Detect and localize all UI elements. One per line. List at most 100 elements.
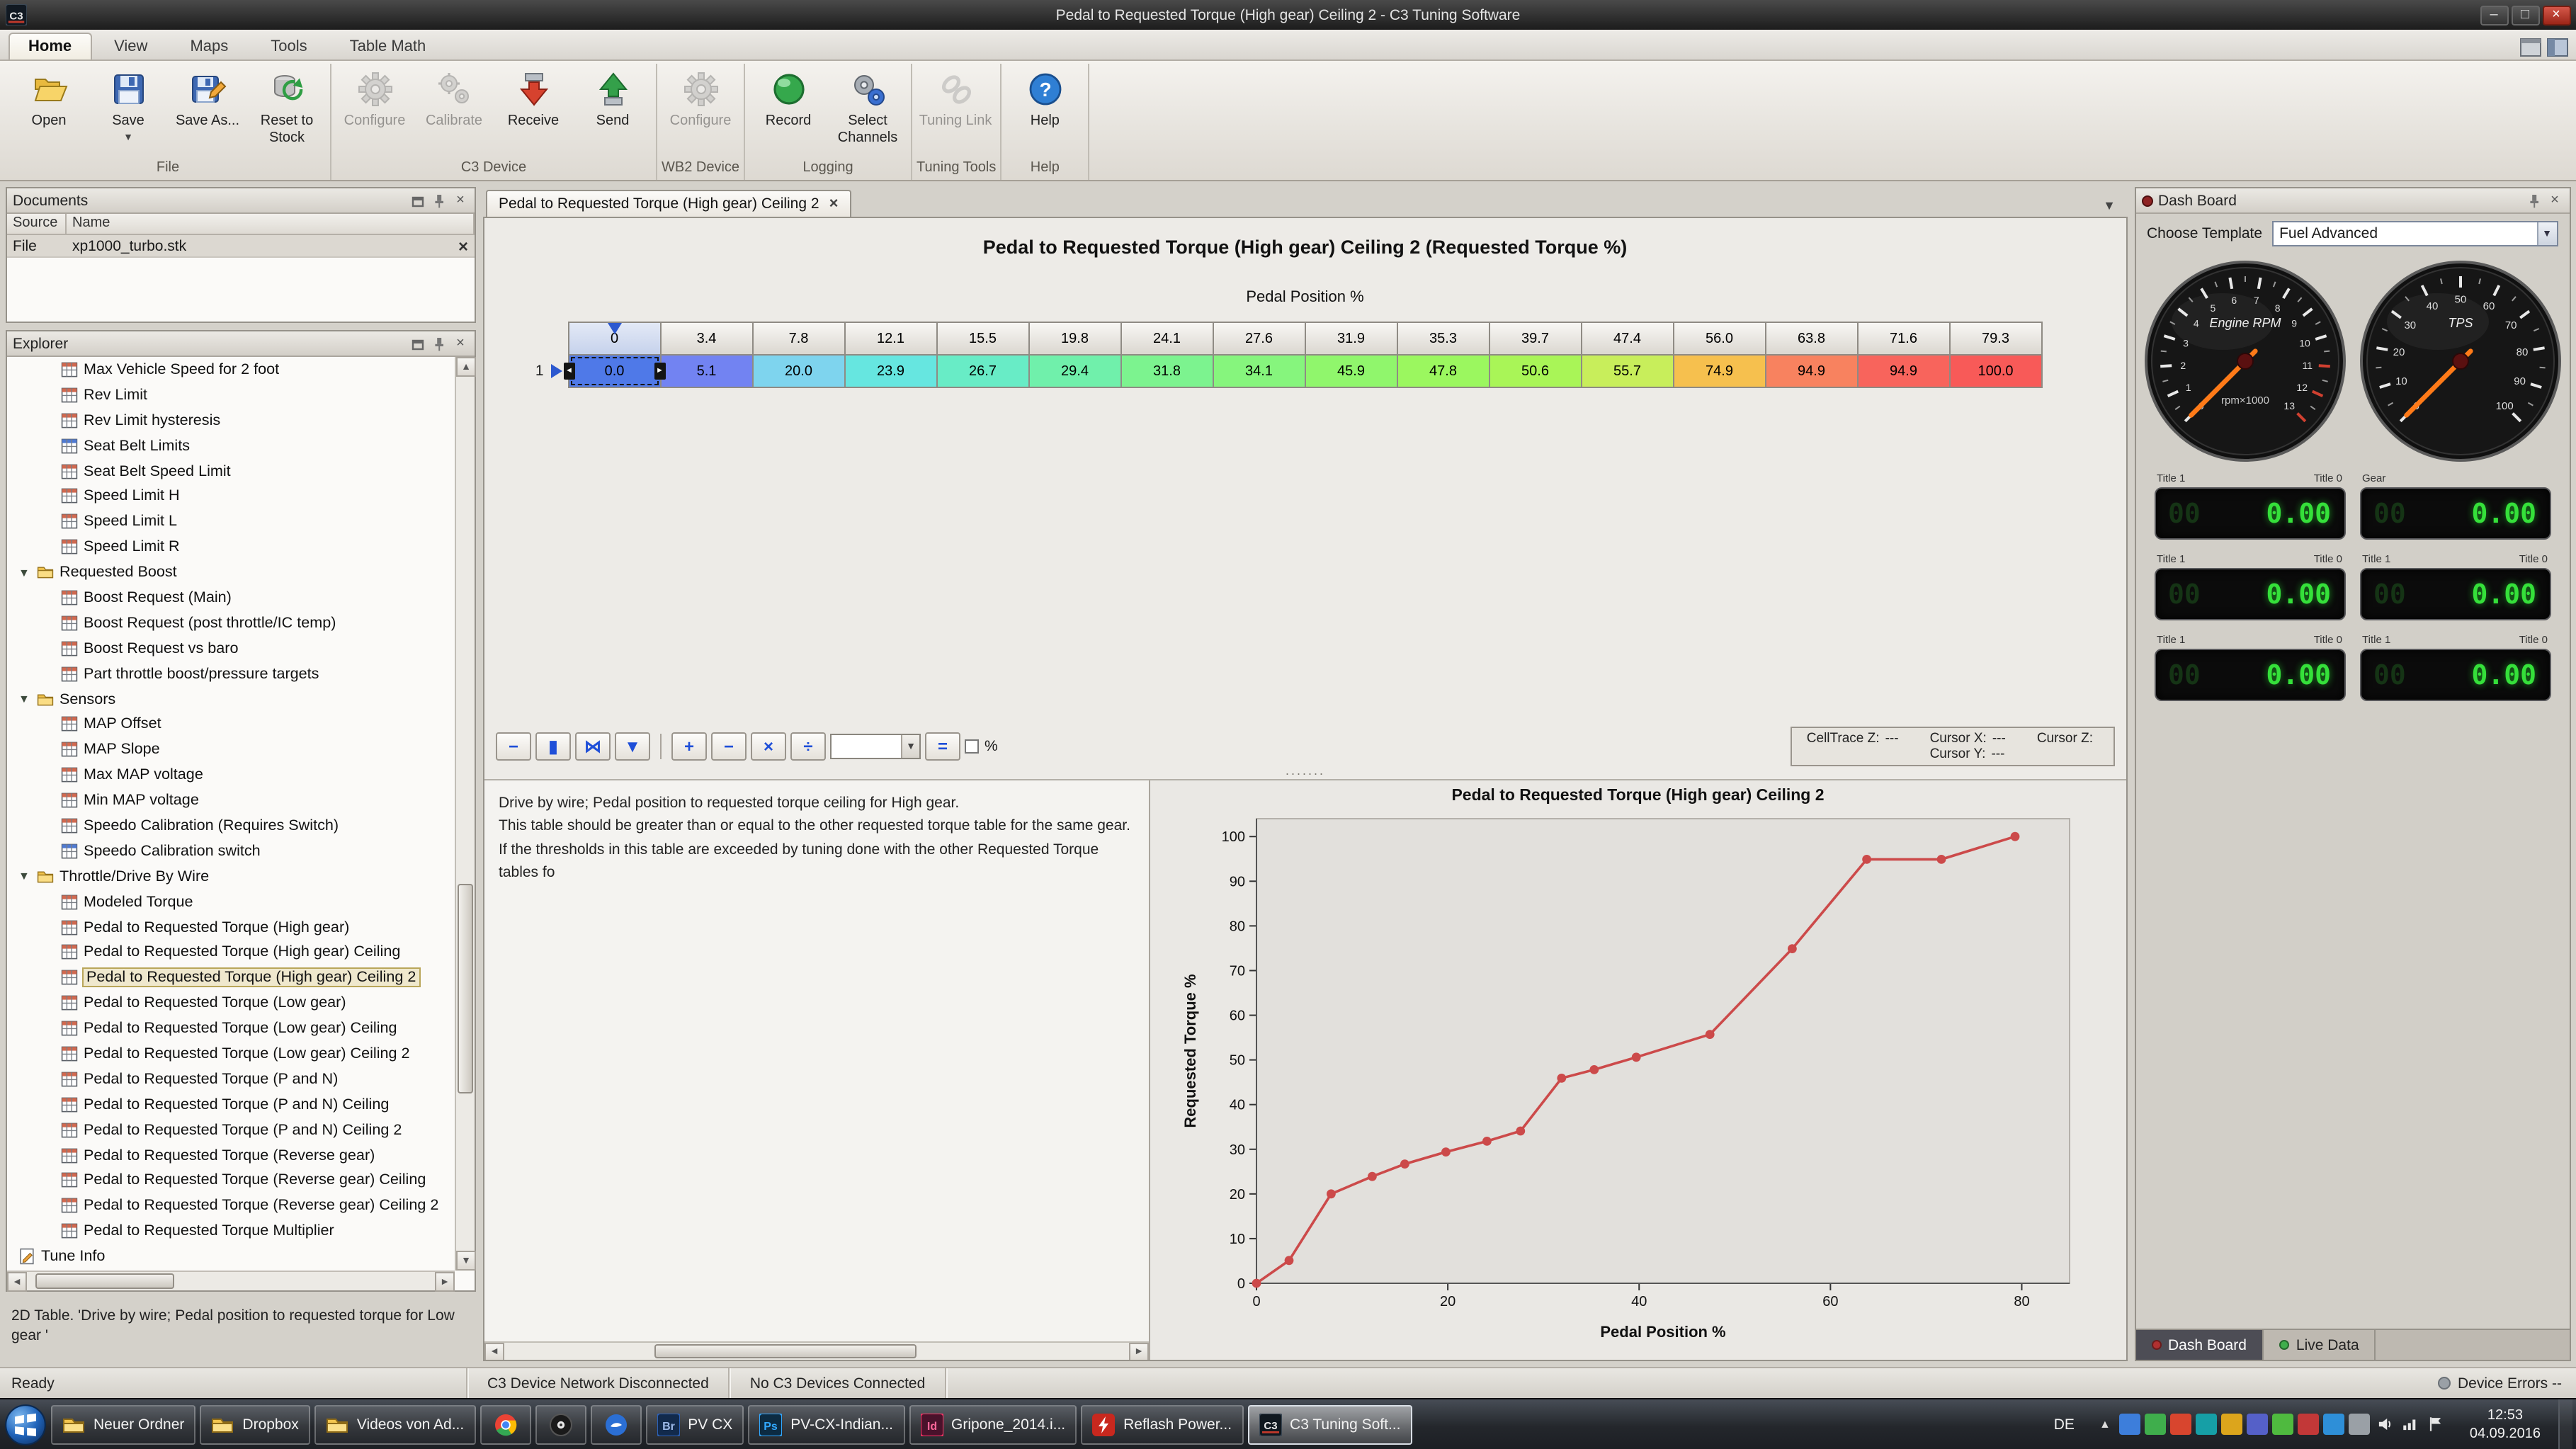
explorer-item-pedal-to-requested-torque-low-gear-ceiling-2[interactable]: Pedal to Requested Torque (Low gear) Cei… — [7, 1041, 455, 1067]
tab-tools[interactable]: Tools — [251, 33, 327, 59]
explorer-item-boost-request-post-throttle-ic-temp[interactable]: Boost Request (post throttle/IC temp) — [7, 610, 455, 636]
table-cell-3[interactable]: 23.9 — [846, 356, 936, 387]
table-cell-11[interactable]: 55.7 — [1582, 356, 1673, 387]
taskbar-clock[interactable]: 12:5304.09.2016 — [2457, 1406, 2553, 1443]
column-header-2[interactable]: 7.8 — [754, 323, 844, 354]
column-header-5[interactable]: 19.8 — [1030, 323, 1120, 354]
taskbar-blue-app-button[interactable] — [590, 1404, 641, 1444]
c3-device-receive-button[interactable]: Receive — [494, 64, 572, 149]
file-save-as-button[interactable]: Save As... — [169, 64, 246, 149]
taskbar-vinyl-button[interactable] — [535, 1404, 586, 1444]
logging-record-button[interactable]: Record — [749, 64, 827, 149]
language-indicator[interactable]: DE — [2044, 1407, 2084, 1441]
taskbar-pv-cx-button[interactable]: BrPV CX — [645, 1404, 744, 1444]
explorer-item-speedo-calibration-switch[interactable]: Speedo Calibration switch — [7, 839, 455, 864]
pin-icon[interactable] — [2525, 192, 2542, 209]
column-header-13[interactable]: 63.8 — [1766, 323, 1857, 354]
taskbar-c3-tuning-soft-button[interactable]: C3C3 Tuning Soft... — [1247, 1404, 1412, 1444]
tray-app-red[interactable] — [2171, 1414, 2192, 1435]
remove-document-icon[interactable]: × — [452, 236, 475, 256]
maximize-button[interactable]: □ — [2511, 5, 2539, 25]
taskbar-reflash-power-button[interactable]: Reflash Power... — [1081, 1404, 1243, 1444]
explorer-item-modeled-torque[interactable]: Modeled Torque — [7, 889, 455, 914]
table-cell-2[interactable]: 20.0 — [754, 356, 844, 387]
table-cell-6[interactable]: 31.8 — [1122, 356, 1213, 387]
tray-app-green[interactable] — [2145, 1414, 2167, 1435]
expand-arrow-icon[interactable]: ▼ — [18, 566, 31, 579]
tray-app-lime[interactable] — [2273, 1414, 2294, 1435]
table-cell-13[interactable]: 94.9 — [1766, 356, 1857, 387]
add-button[interactable]: + — [671, 732, 707, 761]
start-button[interactable] — [4, 1403, 47, 1445]
tab-home[interactable]: Home — [8, 33, 91, 59]
tab-maps[interactable]: Maps — [170, 33, 248, 59]
explorer-item-max-vehicle-speed-for-2-foot[interactable]: Max Vehicle Speed for 2 foot — [7, 357, 455, 382]
explorer-item-pedal-to-requested-torque-p-and-n-ceiling-2[interactable]: Pedal to Requested Torque (P and N) Ceil… — [7, 1117, 455, 1142]
tab-view[interactable]: View — [94, 33, 167, 59]
close-panel-icon[interactable]: × — [2546, 192, 2563, 209]
column-header-14[interactable]: 71.6 — [1859, 323, 1949, 354]
column-header-1[interactable]: 3.4 — [662, 323, 752, 354]
decrement-handle-icon[interactable]: ◄ — [564, 363, 575, 380]
column-header-6[interactable]: 24.1 — [1122, 323, 1213, 354]
taskbar-neuer-ordner-button[interactable]: Neuer Ordner — [51, 1404, 195, 1444]
help-help-button[interactable]: ?Help — [1006, 64, 1084, 149]
close-panel-icon[interactable]: × — [452, 335, 469, 352]
tray-app-sky[interactable] — [2324, 1414, 2345, 1435]
scroll-down-icon[interactable]: ▼ — [456, 1251, 476, 1271]
explorer-item-pedal-to-requested-torque-high-gear[interactable]: Pedal to Requested Torque (High gear) — [7, 914, 455, 940]
taskbar-gripone-2014-i-button[interactable]: IdGripone_2014.i... — [909, 1404, 1077, 1444]
scroll-left-icon[interactable]: ◄ — [484, 1343, 504, 1360]
restore-panel-icon[interactable] — [409, 335, 426, 352]
window-layout-icon[interactable] — [2519, 38, 2541, 57]
explorer-item-speed-limit-l[interactable]: Speed Limit L — [7, 509, 455, 535]
scroll-up-icon[interactable]: ▲ — [456, 357, 476, 377]
expand-arrow-icon[interactable]: ▼ — [18, 693, 31, 705]
column-header-4[interactable]: 15.5 — [938, 323, 1028, 354]
column-header-10[interactable]: 39.7 — [1490, 323, 1581, 354]
explorer-item-map-offset[interactable]: MAP Offset — [7, 712, 455, 737]
pin-icon[interactable] — [431, 192, 448, 209]
network-icon[interactable] — [2400, 1414, 2422, 1435]
tray-app-crimson[interactable] — [2298, 1414, 2320, 1435]
table-cell-5[interactable]: 29.4 — [1030, 356, 1120, 387]
explorer-item-tune-info[interactable]: Tune Info — [7, 1244, 455, 1269]
file-open-button[interactable]: Open — [10, 64, 88, 149]
appearance-icon[interactable] — [2546, 38, 2568, 57]
template-select[interactable]: Fuel Advanced ▼ — [2272, 221, 2558, 246]
explorer-item-pedal-to-requested-torque-reverse-gear-ceiling[interactable]: Pedal to Requested Torque (Reverse gear)… — [7, 1168, 455, 1193]
column-header-11[interactable]: 47.4 — [1582, 323, 1673, 354]
explorer-item-boost-request-vs-baro[interactable]: Boost Request vs baro — [7, 636, 455, 661]
restore-panel-icon[interactable] — [409, 192, 426, 209]
tray-app-gray[interactable] — [2349, 1414, 2371, 1435]
explorer-item-pedal-to-requested-torque-reverse-gear[interactable]: Pedal to Requested Torque (Reverse gear) — [7, 1142, 455, 1168]
percent-checkbox[interactable]: % — [965, 738, 998, 755]
tray-app-blue[interactable] — [2120, 1414, 2141, 1435]
file-save-button[interactable]: Save▼ — [89, 64, 167, 149]
explorer-item-pedal-to-requested-torque-high-gear-ceiling[interactable]: Pedal to Requested Torque (High gear) Ce… — [7, 940, 455, 965]
equals-button[interactable]: = — [925, 732, 960, 761]
explorer-item-min-map-voltage[interactable]: Min MAP voltage — [7, 788, 455, 813]
column-header-7[interactable]: 27.6 — [1214, 323, 1305, 354]
scrollbar-thumb[interactable] — [458, 884, 473, 1093]
explorer-item-rev-limit-hysteresis[interactable]: Rev Limit hysteresis — [7, 408, 455, 433]
scroll-right-icon[interactable]: ► — [1129, 1343, 1149, 1360]
tab-list-chevron-icon[interactable]: ▼ — [2103, 198, 2116, 212]
hidden-icons-button[interactable]: ▲ — [2094, 1414, 2116, 1435]
column-header-15[interactable]: 79.3 — [1951, 323, 2041, 354]
explorer-item-seat-belt-speed-limit[interactable]: Seat Belt Speed Limit — [7, 458, 455, 484]
wb2-device-configure-button[interactable]: Configure — [662, 64, 739, 149]
explorer-item-pedal-to-requested-torque-low-gear-ceiling[interactable]: Pedal to Requested Torque (Low gear) Cei… — [7, 1016, 455, 1041]
explorer-item-pedal-to-requested-torque-low-gear[interactable]: Pedal to Requested Torque (Low gear) — [7, 991, 455, 1016]
explorer-item-pedal-to-requested-torque-multiplier[interactable]: Pedal to Requested Torque Multiplier — [7, 1219, 455, 1244]
table-cell-4[interactable]: 26.7 — [938, 356, 1028, 387]
table-cell-1[interactable]: 5.1 — [662, 356, 752, 387]
explorer-item-pedal-to-requested-torque-reverse-gear-ceiling-2[interactable]: Pedal to Requested Torque (Reverse gear)… — [7, 1193, 455, 1219]
explorer-item-pedal-to-requested-torque-p-and-n-ceiling[interactable]: Pedal to Requested Torque (P and N) Ceil… — [7, 1092, 455, 1118]
scroll-left-icon[interactable]: ◄ — [7, 1272, 27, 1292]
subtract-button[interactable]: − — [711, 732, 747, 761]
c3-device-send-button[interactable]: Send — [574, 64, 652, 149]
description-horizontal-scrollbar[interactable]: ◄ ► — [484, 1341, 1149, 1360]
tray-app-teal[interactable] — [2196, 1414, 2218, 1435]
logging-select-channels-button[interactable]: Select Channels — [829, 64, 907, 149]
